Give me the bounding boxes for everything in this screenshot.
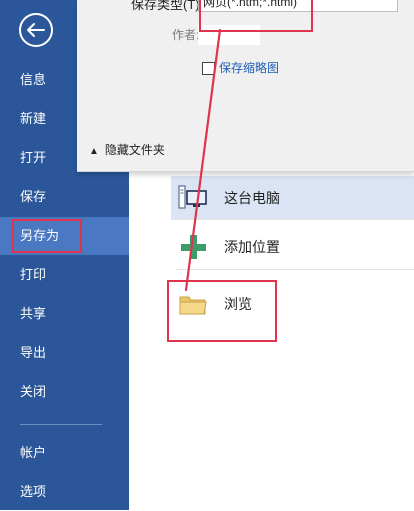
highlight-save-as: [12, 219, 82, 253]
chevron-up-icon: ▲: [89, 146, 99, 157]
location-divider: [176, 269, 414, 270]
location-this-pc[interactable]: 这台电脑: [171, 176, 414, 220]
save-type-label: 保存类型(T):: [131, 0, 204, 12]
hide-folders-label: 隐藏文件夹: [104, 143, 165, 157]
sidebar-item-options[interactable]: 选项: [0, 473, 129, 511]
sidebar-divider: [20, 424, 102, 425]
sidebar-item-account[interactable]: 帐户: [0, 434, 129, 472]
highlight-browse: [167, 280, 277, 342]
sidebar-item-print[interactable]: 打印: [0, 256, 129, 294]
location-divider: [176, 219, 414, 220]
hide-folders-button[interactable]: ▲ 隐藏文件夹: [89, 141, 165, 158]
location-label: 这台电脑: [224, 190, 280, 206]
sidebar-item-save[interactable]: 保存: [0, 178, 129, 216]
save-thumbnail-label[interactable]: 保存缩略图: [219, 59, 279, 76]
sidebar-item-export[interactable]: 导出: [0, 334, 129, 372]
back-arrow-icon: [19, 13, 53, 47]
author-label: 作者:: [172, 28, 200, 42]
computer-icon: [178, 184, 208, 212]
sidebar-item-share[interactable]: 共享: [0, 295, 129, 333]
back-button[interactable]: [18, 12, 54, 48]
location-add-place[interactable]: 添加位置: [171, 225, 414, 269]
save-thumbnail-checkbox[interactable]: [202, 62, 215, 75]
plus-icon: [178, 233, 208, 261]
location-label: 添加位置: [224, 239, 280, 255]
highlight-save-type: [199, 0, 313, 32]
sidebar-item-close[interactable]: 关闭: [0, 373, 129, 411]
